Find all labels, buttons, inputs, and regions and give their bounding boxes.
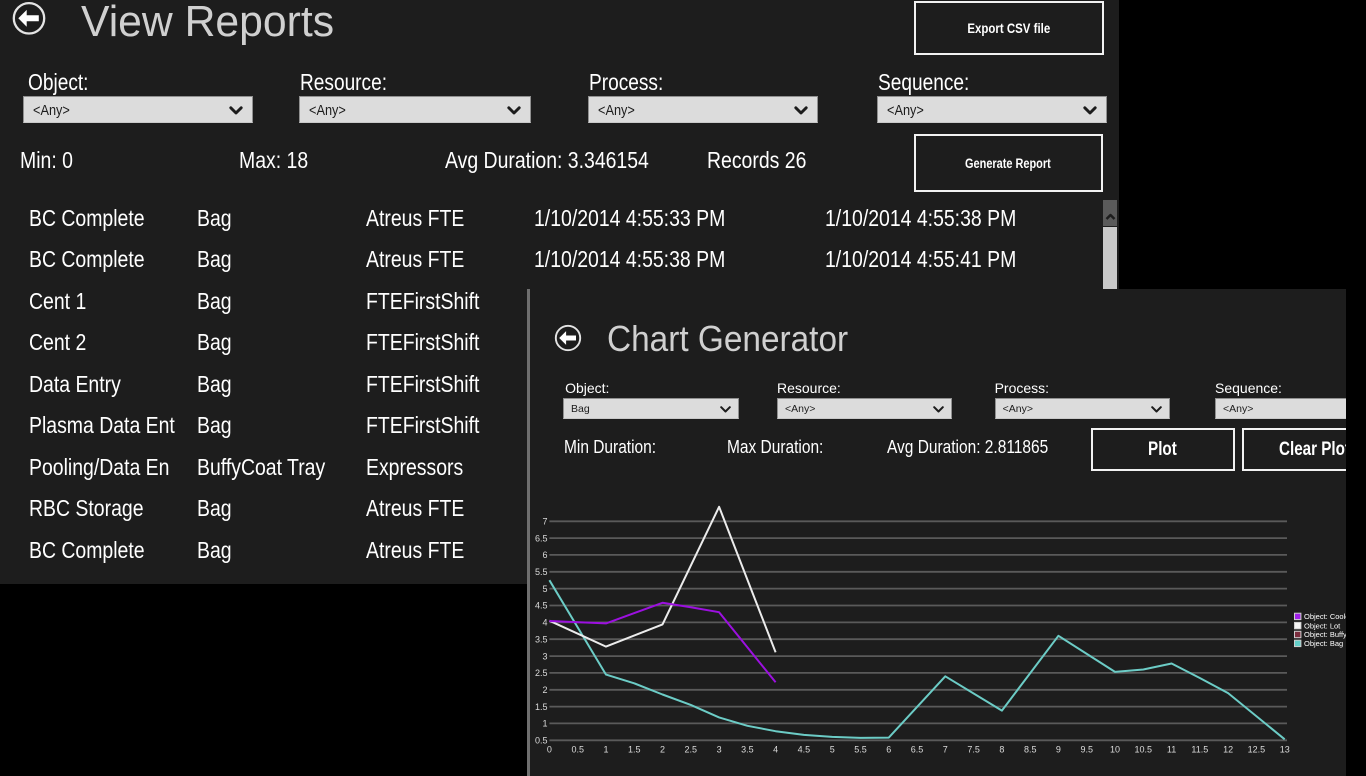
svg-text:5.5: 5.5 <box>854 745 867 755</box>
svg-text:3.5: 3.5 <box>535 634 548 644</box>
svg-text:1.5: 1.5 <box>628 745 641 755</box>
svg-text:0: 0 <box>547 745 552 755</box>
svg-text:3.5: 3.5 <box>741 745 754 755</box>
svg-text:4: 4 <box>542 618 547 628</box>
svg-text:Object: Cooler: Object: Cooler <box>1304 612 1346 621</box>
svg-text:6.5: 6.5 <box>535 533 548 543</box>
svg-text:6: 6 <box>542 550 547 560</box>
svg-text:1.5: 1.5 <box>535 702 548 712</box>
svg-text:1: 1 <box>603 745 608 755</box>
svg-text:6: 6 <box>886 745 891 755</box>
svg-text:4.5: 4.5 <box>798 745 811 755</box>
svg-text:Object: Bag: Object: Bag <box>1304 639 1343 648</box>
svg-text:10.5: 10.5 <box>1135 745 1153 755</box>
svg-text:2: 2 <box>542 685 547 695</box>
svg-text:4: 4 <box>773 745 778 755</box>
svg-text:2.5: 2.5 <box>535 668 548 678</box>
svg-text:11.5: 11.5 <box>1191 745 1208 755</box>
svg-text:Object: Lot: Object: Lot <box>1304 621 1341 630</box>
svg-text:6.5: 6.5 <box>911 745 924 755</box>
svg-text:2.5: 2.5 <box>685 745 698 755</box>
svg-text:2: 2 <box>660 745 665 755</box>
svg-text:7: 7 <box>943 745 948 755</box>
svg-text:9.5: 9.5 <box>1080 745 1093 755</box>
svg-text:8: 8 <box>999 745 1004 755</box>
svg-text:11: 11 <box>1167 745 1176 755</box>
svg-text:1: 1 <box>542 719 547 729</box>
svg-text:4.5: 4.5 <box>535 601 548 611</box>
svg-text:5: 5 <box>542 584 547 594</box>
svg-text:Object: BuffyCoat: Object: BuffyCoat <box>1304 630 1346 639</box>
svg-text:12.5: 12.5 <box>1248 745 1266 755</box>
svg-text:3: 3 <box>542 651 547 661</box>
svg-text:3: 3 <box>717 745 722 755</box>
svg-text:5: 5 <box>830 745 835 755</box>
svg-text:5.5: 5.5 <box>535 567 548 577</box>
svg-text:7: 7 <box>542 516 547 526</box>
svg-text:0.5: 0.5 <box>571 745 584 755</box>
svg-text:13: 13 <box>1280 745 1290 755</box>
svg-text:8.5: 8.5 <box>1024 745 1037 755</box>
svg-text:12: 12 <box>1223 745 1233 755</box>
svg-text:0.5: 0.5 <box>535 736 548 746</box>
svg-text:7.5: 7.5 <box>967 745 980 755</box>
svg-text:9: 9 <box>1056 745 1061 755</box>
svg-text:10: 10 <box>1110 745 1120 755</box>
